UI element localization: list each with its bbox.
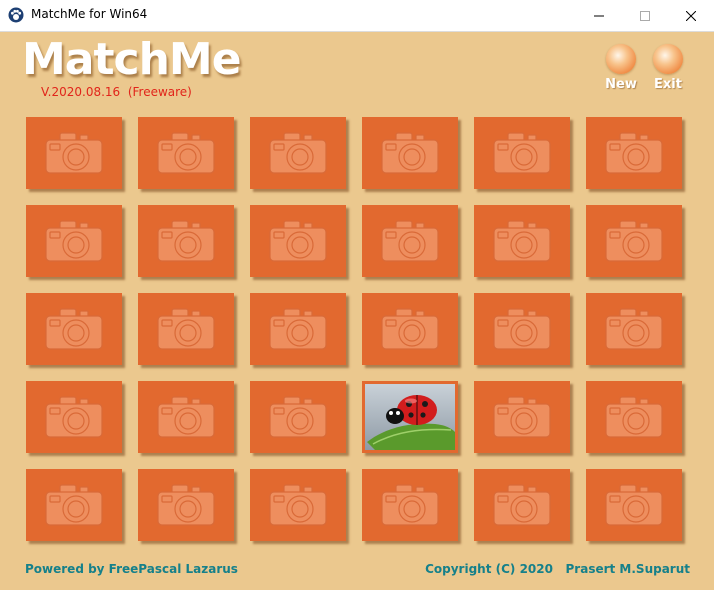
exit-label: Exit: [654, 77, 682, 92]
card-r2-c5[interactable]: [474, 205, 570, 277]
camera-icon: [381, 308, 439, 350]
card-r3-c1[interactable]: [26, 293, 122, 365]
card-revealed-r4-c4[interactable]: [362, 381, 458, 453]
camera-icon: [45, 484, 103, 526]
exit-orb-icon: [653, 44, 683, 74]
card-grid: [26, 117, 682, 541]
card-r5-c6[interactable]: [586, 469, 682, 541]
card-r1-c1[interactable]: [26, 117, 122, 189]
camera-icon: [45, 308, 103, 350]
camera-icon: [269, 220, 327, 262]
version-label: V.2020.08.16 (Freeware): [41, 85, 192, 99]
camera-icon: [381, 484, 439, 526]
camera-icon: [269, 132, 327, 174]
card-r1-c3[interactable]: [250, 117, 346, 189]
card-r2-c3[interactable]: [250, 205, 346, 277]
new-orb-icon: [606, 44, 636, 74]
camera-icon: [605, 308, 663, 350]
camera-icon: [493, 132, 551, 174]
maximize-button[interactable]: [622, 0, 668, 31]
card-r3-c6[interactable]: [586, 293, 682, 365]
camera-icon: [493, 308, 551, 350]
camera-icon: [45, 220, 103, 262]
copyright-text: Copyright (C) 2020 Prasert M.Suparut: [425, 562, 690, 576]
card-r2-c1[interactable]: [26, 205, 122, 277]
card-r3-c3[interactable]: [250, 293, 346, 365]
camera-icon: [269, 396, 327, 438]
card-r4-c2[interactable]: [138, 381, 234, 453]
card-r3-c2[interactable]: [138, 293, 234, 365]
camera-icon: [605, 484, 663, 526]
app-logo: MatchMe: [22, 34, 242, 85]
camera-icon: [493, 484, 551, 526]
card-r2-c4[interactable]: [362, 205, 458, 277]
camera-icon: [269, 308, 327, 350]
card-r1-c4[interactable]: [362, 117, 458, 189]
camera-icon: [493, 220, 551, 262]
camera-icon: [157, 396, 215, 438]
card-r2-c6[interactable]: [586, 205, 682, 277]
new-game-button[interactable]: New: [601, 44, 641, 92]
camera-icon: [45, 396, 103, 438]
minimize-button[interactable]: [576, 0, 622, 31]
card-r4-c1[interactable]: [26, 381, 122, 453]
camera-icon: [157, 132, 215, 174]
ladybug-image: [365, 384, 455, 450]
card-r1-c2[interactable]: [138, 117, 234, 189]
new-label: New: [605, 77, 637, 92]
powered-by-text: Powered by FreePascal Lazarus: [25, 562, 238, 576]
card-r3-c4[interactable]: [362, 293, 458, 365]
card-r4-c5[interactable]: [474, 381, 570, 453]
camera-icon: [605, 396, 663, 438]
close-icon: [686, 10, 696, 21]
camera-icon: [269, 484, 327, 526]
card-r4-c6[interactable]: [586, 381, 682, 453]
card-r5-c2[interactable]: [138, 469, 234, 541]
exit-button[interactable]: Exit: [648, 44, 688, 92]
card-r2-c2[interactable]: [138, 205, 234, 277]
camera-icon: [605, 132, 663, 174]
card-r5-c3[interactable]: [250, 469, 346, 541]
camera-icon: [157, 308, 215, 350]
camera-icon: [45, 132, 103, 174]
title-bar: MatchMe for Win64: [0, 0, 714, 32]
card-r1-c6[interactable]: [586, 117, 682, 189]
camera-icon: [493, 396, 551, 438]
camera-icon: [157, 220, 215, 262]
minimize-icon: [594, 15, 604, 16]
card-r4-c3[interactable]: [250, 381, 346, 453]
camera-icon: [157, 484, 215, 526]
close-button[interactable]: [668, 0, 714, 31]
card-r1-c5[interactable]: [474, 117, 570, 189]
card-r5-c4[interactable]: [362, 469, 458, 541]
card-r5-c1[interactable]: [26, 469, 122, 541]
card-r5-c5[interactable]: [474, 469, 570, 541]
maximize-icon: [640, 10, 650, 21]
card-r3-c5[interactable]: [474, 293, 570, 365]
camera-icon: [381, 132, 439, 174]
paw-icon: [8, 7, 24, 23]
camera-icon: [381, 220, 439, 262]
window-title: MatchMe for Win64: [31, 7, 148, 21]
camera-icon: [605, 220, 663, 262]
